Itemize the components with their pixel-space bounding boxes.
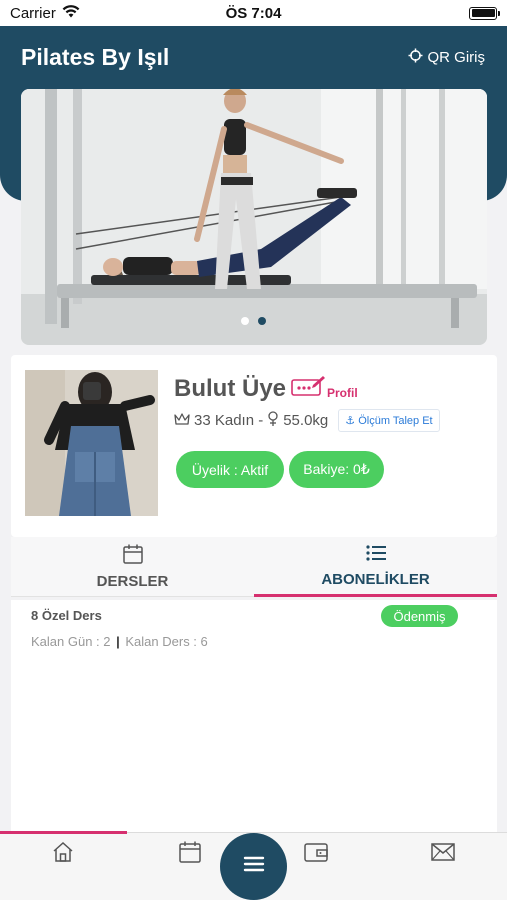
nav-mail[interactable] [429,841,457,867]
profile-card: Bulut Üye Profil 33 Kadın - 55.0kg ⚓ Ölç… [11,355,497,537]
status-left: Carrier [10,5,80,22]
carrier-label: Carrier [10,4,56,22]
battery-icon [469,6,500,20]
detail-separator: | [116,634,120,649]
subscription-title: 8 Özel Ders [31,608,102,623]
bottom-nav-indicator [0,831,127,834]
home-icon [51,840,75,869]
user-name: Bulut Üye [174,375,287,402]
subscription-list: 8 Özel Ders Ödenmiş Kalan Gün : 2 | Kala… [11,600,497,832]
wallet-icon [303,841,329,868]
avatar[interactable] [25,370,158,516]
crown-icon [174,412,190,430]
pilates-photo [21,89,487,345]
menu-button[interactable] [220,833,287,900]
stats-row: 33 Kadın - 55.0kg ⚓ Ölçüm Talep Et [174,409,440,432]
nav-home[interactable] [49,841,77,867]
qr-login-button[interactable]: QR Giriş [408,48,486,67]
nav-wallet[interactable] [302,841,330,867]
age-gender: 33 Kadın - [194,412,264,429]
nav-calendar[interactable] [176,841,204,867]
tab-lessons-label: DERSLER [96,573,169,590]
tab-subscriptions[interactable]: ABONELİKLER [254,537,497,597]
status-time: ÖS 7:04 [225,4,282,22]
weight-icon [267,410,279,431]
qr-login-label: QR Giriş [427,48,486,66]
wifi-icon [62,4,80,22]
mail-icon [430,842,456,867]
membership-status-badge: Üyelik : Aktif [176,451,284,488]
request-measurement-label: Ölçüm Talep Et [358,415,433,427]
subscription-details: Kalan Gün : 2 | Kalan Ders : 6 [31,634,208,649]
tab-subscriptions-label: ABONELİKLER [321,571,430,588]
carousel-dot-active[interactable] [258,317,266,325]
profile-link-label: Profil [327,386,358,400]
crosshair-icon [408,48,423,67]
calendar-icon [122,543,144,569]
remaining-days: Kalan Gün : 2 [31,634,111,649]
remaining-lessons: Kalan Ders : 6 [125,634,208,649]
anchor-icon: ⚓ [345,415,356,427]
calendar-icon [178,840,202,869]
app-title: Pilates By Işıl [21,43,170,70]
promo-carousel[interactable] [21,89,487,345]
carousel-dot[interactable] [241,317,249,325]
menu-icon [243,855,265,878]
app-header: Pilates By Işıl QR Giriş [0,26,507,88]
id-card-edit-icon [291,375,325,400]
carousel-dots [241,317,266,325]
request-measurement-button[interactable]: ⚓ Ölçüm Talep Et [338,409,440,432]
status-bar: Carrier ÖS 7:04 [0,0,507,26]
weight-value: 55.0kg [283,412,329,429]
balance-badge: Bakiye: 0₺ [289,451,384,488]
payment-status-badge: Ödenmiş [381,605,458,627]
tab-bar: DERSLER ABONELİKLER [11,537,497,597]
tab-lessons[interactable]: DERSLER [11,537,254,597]
list-icon [365,543,387,567]
profile-edit-link[interactable]: Profil [291,375,358,400]
